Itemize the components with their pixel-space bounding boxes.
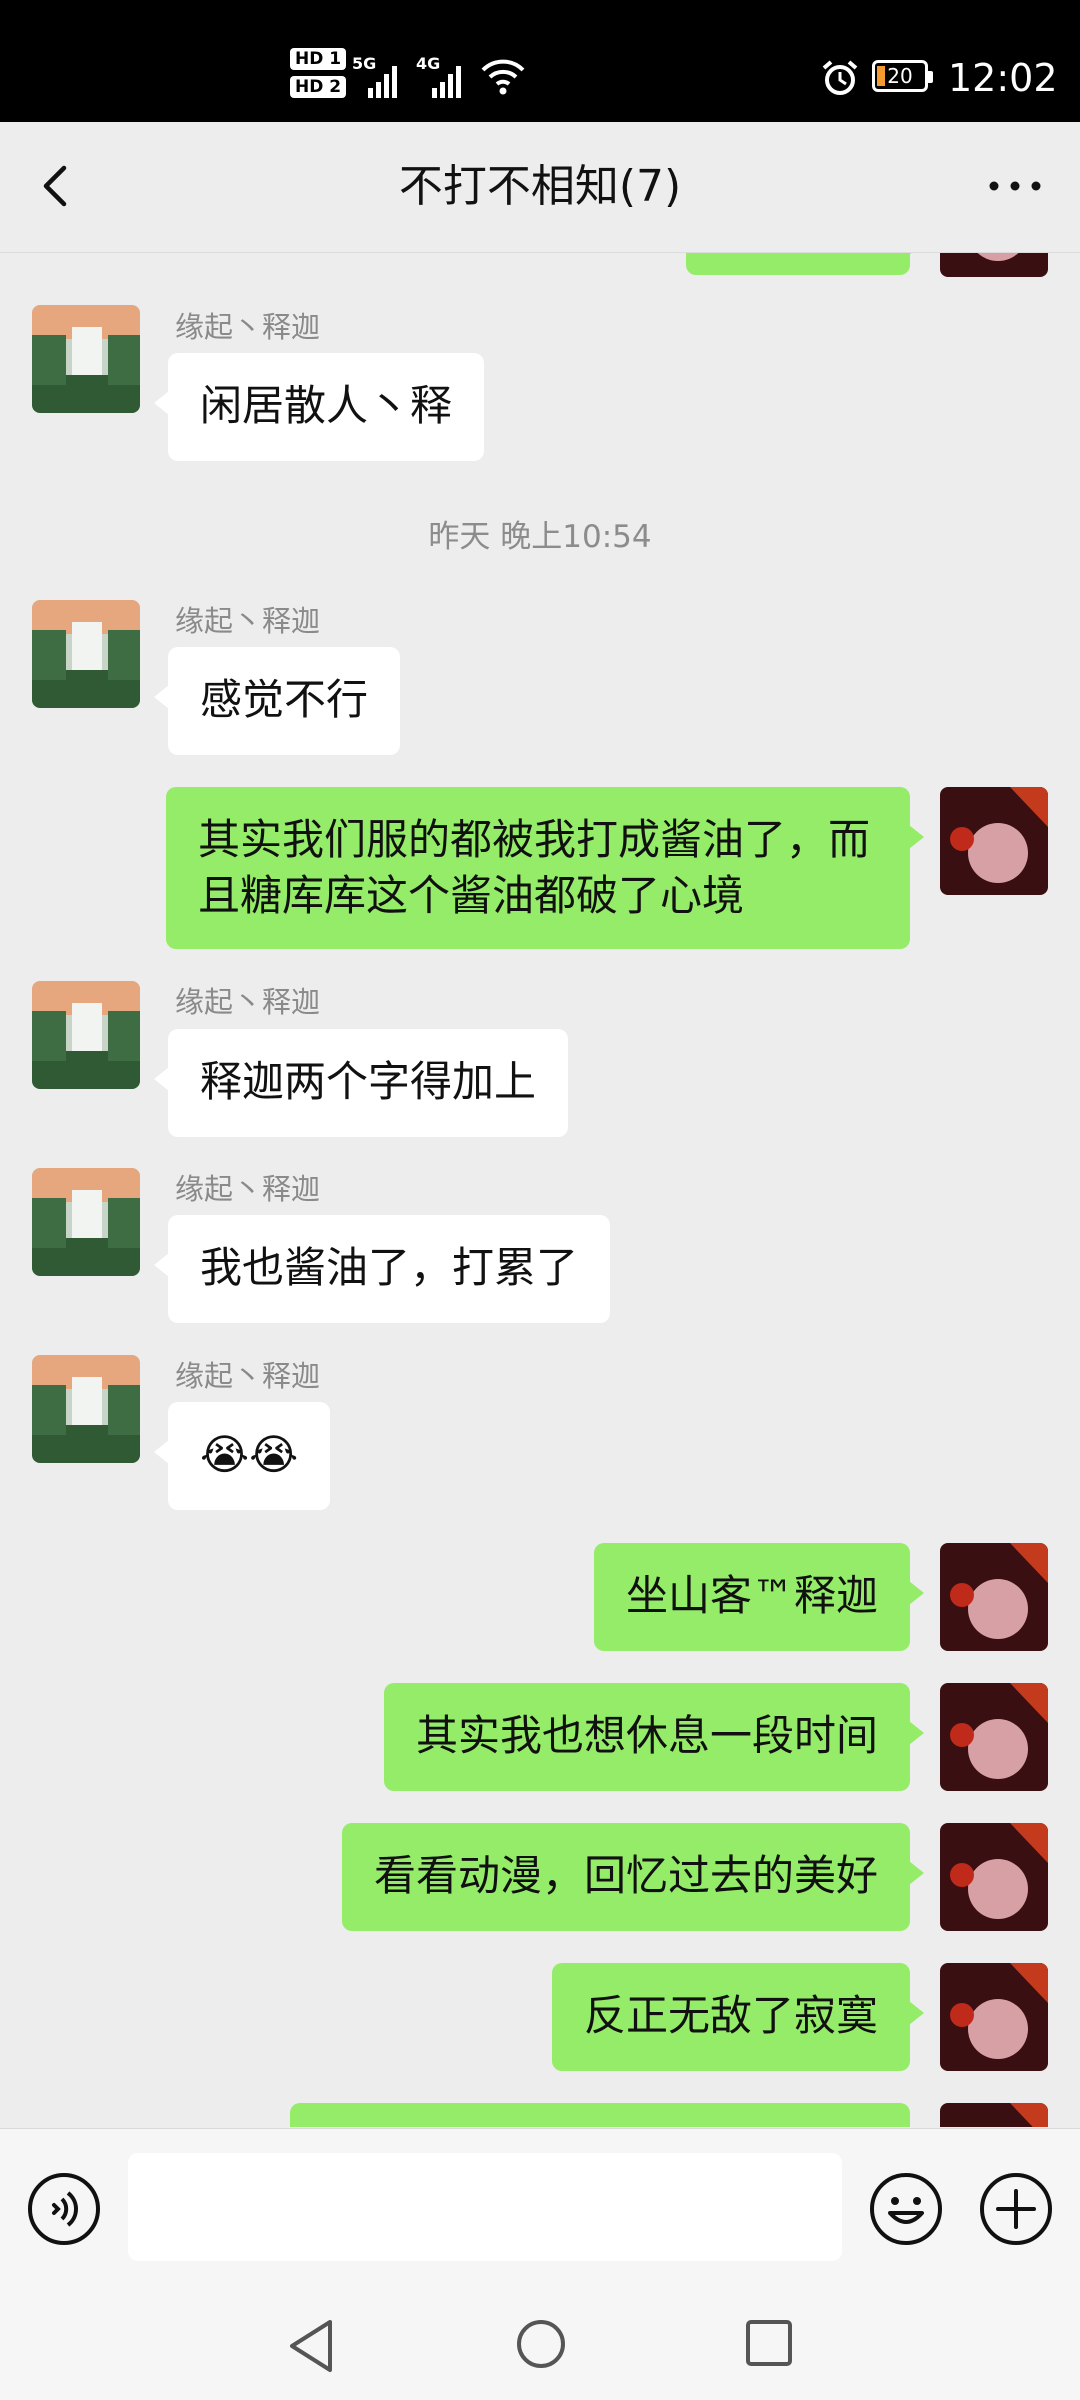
message-bubble-self[interactable]: 看看动漫，回忆过去的美好 [341,1823,925,1931]
clock: 12:02 [948,56,1058,100]
sender-name: 缘起丶释迦 [175,1172,321,1206]
sender-name: 缘起丶释迦 [175,985,321,1019]
nav-recent-icon[interactable] [744,2318,794,2368]
self-avatar[interactable] [940,253,1048,277]
hd-indicators: HD 1 HD 2 [290,48,347,104]
plus-icon[interactable] [978,2171,1054,2247]
message-input[interactable] [128,2153,842,2261]
hd1-badge: HD 1 [290,48,347,70]
self-avatar[interactable] [940,787,1048,895]
self-avatar[interactable] [940,1963,1048,2071]
contact-avatar[interactable] [32,600,140,708]
more-dots-icon[interactable] [980,158,1050,214]
hd2-badge: HD 2 [290,76,347,98]
message-bubble[interactable]: 闲居散人丶释 [153,353,485,461]
message-bubble-self[interactable]: 其实我们服的都被我打成酱油了，而且糖库库这个酱油都破了心境 [166,787,924,949]
input-bar [0,2128,1080,2289]
wifi-icon [481,59,525,95]
self-avatar[interactable] [940,1543,1048,1651]
contact-avatar[interactable] [32,1168,140,1276]
message-bubble-self[interactable]: 坐山客™释迦 [593,1543,925,1651]
message-bubble[interactable]: 我也酱油了，打累了 [153,1215,611,1323]
message-bubble-emoji[interactable]: 😭😭 [153,1402,331,1510]
sender-name: 缘起丶释迦 [175,604,321,638]
battery-icon: 20 [872,60,933,92]
system-nav-bar [0,2288,1080,2400]
contact-avatar[interactable] [32,981,140,1089]
self-avatar[interactable] [940,1823,1048,1931]
battery-level: 20 [887,64,913,88]
message-bubble-partial[interactable] [290,2103,910,2127]
chat-header: 不打不相知(7) [0,122,1080,253]
nav-home-icon[interactable] [514,2316,568,2372]
contact-avatar[interactable] [32,1355,140,1463]
self-avatar[interactable] [940,1683,1048,1791]
message-bubble-partial[interactable] [686,253,924,275]
self-avatar[interactable] [940,2103,1048,2127]
nav-back-icon[interactable] [284,2316,338,2376]
contact-avatar[interactable] [32,305,140,413]
sender-name: 缘起丶释迦 [175,310,321,344]
message-bubble-self[interactable]: 其实我也想休息一段时间 [383,1683,925,1791]
sender-name: 缘起丶释迦 [175,1359,321,1393]
message-list[interactable]: 缘起丶释迦 闲居散人丶释 昨天 晚上10:54 缘起丶释迦 感觉不行 其实我们服… [0,253,1080,2127]
message-bubble-self[interactable]: 反正无敌了寂寞 [551,1963,925,2071]
chat-title: 不打不相知(7) [398,161,682,212]
message-bubble[interactable]: 感觉不行 [153,647,401,755]
message-bubble[interactable]: 释迦两个字得加上 [153,1029,569,1137]
status-bar: HD 1 HD 2 5G 4G 20 12:02 [0,0,1080,122]
emoji-icon[interactable] [868,2171,944,2247]
time-divider: 昨天 晚上10:54 [428,519,652,555]
alarm-icon [822,60,858,95]
voice-icon[interactable] [26,2171,102,2247]
